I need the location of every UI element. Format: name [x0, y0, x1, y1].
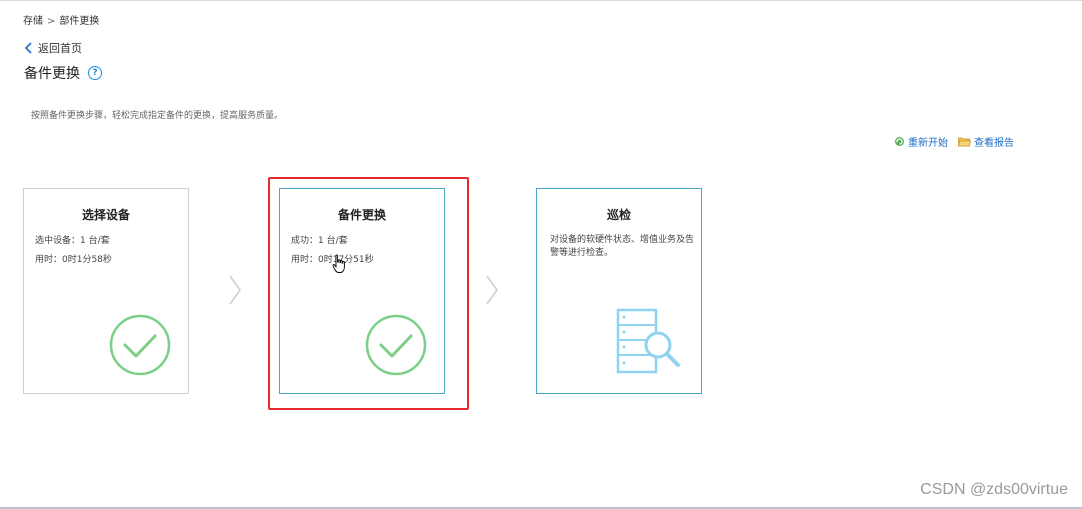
chevron-right-icon [486, 275, 498, 305]
restart-icon [895, 137, 904, 146]
hand-cursor-icon [332, 254, 345, 273]
watermark: CSDN @zds00virtue [920, 481, 1068, 498]
back-home-link[interactable]: 返回首页 [24, 40, 82, 56]
help-icon[interactable]: ? [88, 66, 102, 80]
breadcrumb-root[interactable]: 存储 [23, 16, 43, 27]
chevron-right-icon [229, 275, 241, 305]
inspection-description: 对设备的软硬件状态、增值业务及告警等进行检查。 [550, 235, 695, 258]
elapsed-time: 用时：0时1分58秒 [35, 255, 112, 265]
breadcrumb: 存储 > 部件更换 [23, 12, 99, 27]
step-card-inspection[interactable]: 巡检 对设备的软硬件状态、增值业务及告警等进行检查。 [536, 188, 702, 394]
page-title: 备件更换 [24, 66, 80, 82]
server-search-icon [616, 308, 680, 374]
step-card-select-device[interactable]: 选择设备 选中设备：1 台/套 用时：0时1分58秒 [23, 188, 189, 394]
selected-device-count: 选中设备：1 台/套 [35, 236, 110, 246]
page-description: 按照备件更换步骤，轻松完成指定备件的更换，提高服务质量。 [31, 111, 284, 121]
page-header: 备件更换 ? [24, 63, 102, 83]
back-home-label: 返回首页 [38, 42, 82, 55]
chevron-left-icon [24, 42, 32, 54]
top-divider [0, 0, 1082, 1]
breadcrumb-current: 部件更换 [59, 16, 100, 27]
action-bar: 重新开始 查看报告 [884, 134, 1014, 149]
check-circle-icon [109, 314, 171, 376]
view-report-button[interactable]: 查看报告 [958, 134, 1014, 149]
step-card-title: 巡检 [606, 208, 631, 222]
restart-button[interactable]: 重新开始 [894, 134, 948, 149]
restart-label: 重新开始 [908, 138, 948, 149]
folder-icon [958, 137, 971, 147]
breadcrumb-separator: > [47, 16, 56, 27]
step-card-title: 选择设备 [81, 208, 130, 222]
view-report-label: 查看报告 [974, 138, 1014, 149]
selection-highlight [268, 177, 469, 410]
